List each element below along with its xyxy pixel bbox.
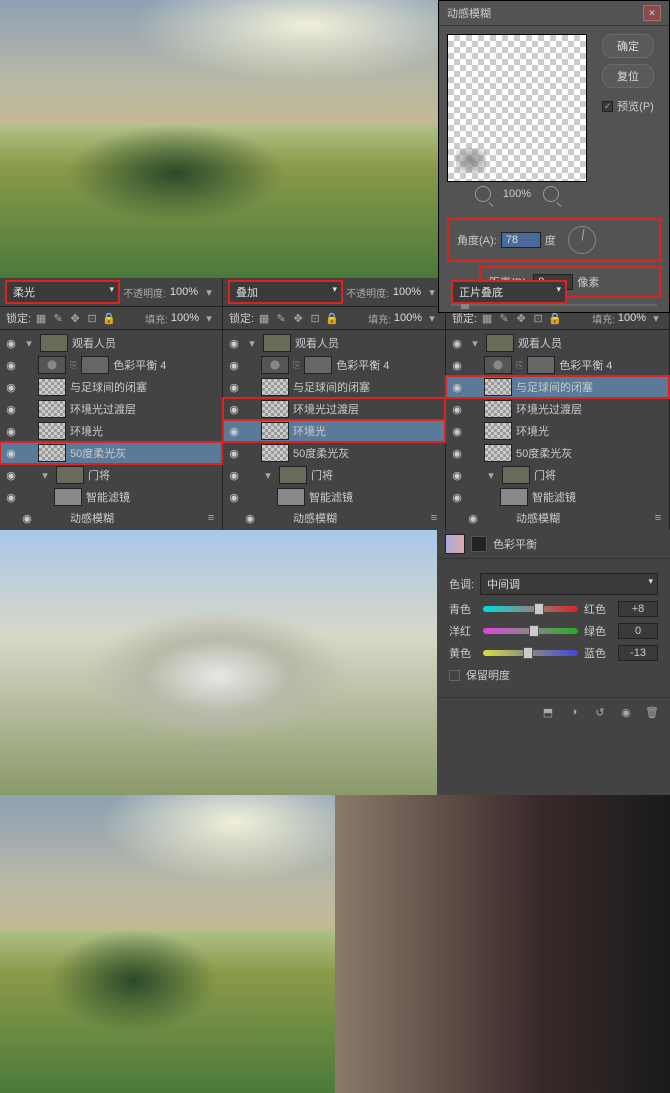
angle-dial[interactable] [568,226,596,254]
layer-name[interactable]: 色彩平衡 4 [113,357,218,373]
blend-mode-select-1[interactable]: 叠加 [229,281,342,303]
visibility-icon[interactable]: ◉ [4,381,18,394]
lock-all-icon[interactable]: 🔒 [102,311,116,325]
angle-label: 角度(A): [457,232,497,248]
angle-group: 角度(A): 度 [447,218,661,262]
opacity-value[interactable]: 100% [170,286,198,298]
cb-title: 色彩平衡 [493,536,537,552]
preview-label: 预览(P) [617,98,654,114]
canvas-image-1 [0,0,438,278]
opacity-label: 不透明度: [123,285,166,300]
lock-brush-icon[interactable]: ✎ [51,311,65,325]
folder-icon [40,334,68,352]
reset-icon[interactable]: ↺ [592,704,608,720]
layer-name[interactable]: 与足球间的闭塞 [70,379,218,395]
mask-icon[interactable] [471,536,487,552]
layer-panels-row: 柔光 不透明度: 100% ▾ 锁定: ▦ ✎ ✥ ⊡ 🔒 填充: 100% ▾ ◉… [0,278,670,530]
filter-name[interactable]: 动感模糊 [70,510,200,526]
visibility-icon[interactable]: ◉ [4,403,18,416]
yellow-blue-value[interactable]: -13 [618,645,658,661]
layers-panel-1: 叠加 不透明度: 100%▾ 锁定: ▦✎✥⊡🔒 填充: 100%▾ ◉▾观看人… [223,278,446,530]
lock-label: 锁定: [6,310,31,326]
visibility-icon[interactable]: ◉ [4,359,18,372]
magenta-green-slider[interactable] [483,628,578,634]
tone-label: 色调: [449,576,474,592]
layer-name[interactable]: 50度柔光灰 [70,445,218,461]
angle-unit: 度 [545,232,556,248]
layer-thumb [54,488,82,506]
zoom-in-icon[interactable] [543,186,559,202]
canvas-image-final-left [0,795,335,1093]
visibility-icon[interactable]: ◉ [4,337,18,350]
yellow-blue-slider[interactable] [483,650,578,656]
visibility-icon[interactable]: ◉ [4,425,18,438]
preview-checkbox[interactable]: ✓ [602,101,613,112]
group-name[interactable]: 观看人员 [72,335,218,351]
tone-select[interactable]: 中间调 [480,573,658,595]
visibility-icon[interactable]: ◉ [20,512,34,525]
layer-thumb [38,444,66,462]
green-label: 绿色 [584,623,612,639]
magenta-label: 洋红 [449,623,477,639]
motion-blur-dialog: 动感模糊 ✕ 100% 确定 复位 ✓ 预览(P) [438,0,670,313]
visibility-icon[interactable]: ◉ [618,704,634,720]
zoom-value: 100% [503,188,531,200]
distance-unit: 像素 [577,274,599,290]
filter-settings-icon[interactable]: ≡ [204,511,218,525]
lock-artboard-icon[interactable]: ⊡ [85,311,99,325]
cyan-label: 青色 [449,601,477,617]
layers-panel-2: 正片叠底 不透明度: 100%▾ 锁定: ▦✎✥⊡🔒 填充: 100%▾ ◉▾观… [446,278,670,530]
trash-icon[interactable]: 🗑 [644,704,660,720]
layer-name[interactable]: 环境光过渡层 [70,401,218,417]
cyan-red-value[interactable]: +8 [618,601,658,617]
zoom-out-icon[interactable] [475,186,491,202]
angle-input[interactable] [501,232,541,248]
magenta-green-value[interactable]: 0 [618,623,658,639]
layers-panel-0: 柔光 不透明度: 100% ▾ 锁定: ▦ ✎ ✥ ⊡ 🔒 填充: 100% ▾ ◉… [0,278,223,530]
smart-filters-label[interactable]: 智能滤镜 [86,489,218,505]
blend-mode-select-2[interactable]: 正片叠底 [452,281,566,303]
folder-expand-icon[interactable]: ▾ [38,468,52,482]
canvas-image-final-right [335,795,670,1093]
red-label: 红色 [584,601,612,617]
mask-thumb [81,356,109,374]
visibility-icon[interactable]: ◉ [4,447,18,460]
visibility-icon[interactable]: ◉ [4,491,18,504]
view-previous-icon[interactable]: ◑ [566,704,582,720]
fill-label: 填充: [145,311,168,326]
folder-icon [56,466,84,484]
ok-button[interactable]: 确定 [602,34,654,58]
clip-icon[interactable]: ⬒ [540,704,556,720]
distance-slider[interactable] [451,304,657,306]
reset-button[interactable]: 复位 [602,64,654,88]
canvas-image-blur [0,530,437,795]
folder-name[interactable]: 门将 [88,467,218,483]
blend-mode-select-0[interactable]: 柔光 [6,281,119,303]
layer-thumb [38,356,66,374]
luminosity-checkbox[interactable] [449,670,460,681]
layer-name[interactable]: 环境光 [70,423,218,439]
layer-thumb [38,378,66,396]
layer-thumb [38,422,66,440]
color-balance-panel: 色彩平衡 色调: 中间调 青色 红色 +8 洋红 绿色 0 黄色 蓝 [437,530,670,795]
preview-thumbnail [447,34,587,182]
visibility-icon[interactable]: ◉ [4,469,18,482]
close-icon[interactable]: ✕ [643,5,661,21]
folder-expand-icon[interactable]: ▾ [22,336,36,350]
blue-label: 蓝色 [584,645,612,661]
fill-value[interactable]: 100% [171,312,199,324]
yellow-label: 黄色 [449,645,477,661]
dialog-title: 动感模糊 [447,5,491,21]
lock-move-icon[interactable]: ✥ [68,311,82,325]
layer-thumb [38,400,66,418]
lock-transparent-icon[interactable]: ▦ [34,311,48,325]
cyan-red-slider[interactable] [483,606,578,612]
color-balance-icon [445,534,465,554]
luminosity-label: 保留明度 [466,667,510,683]
